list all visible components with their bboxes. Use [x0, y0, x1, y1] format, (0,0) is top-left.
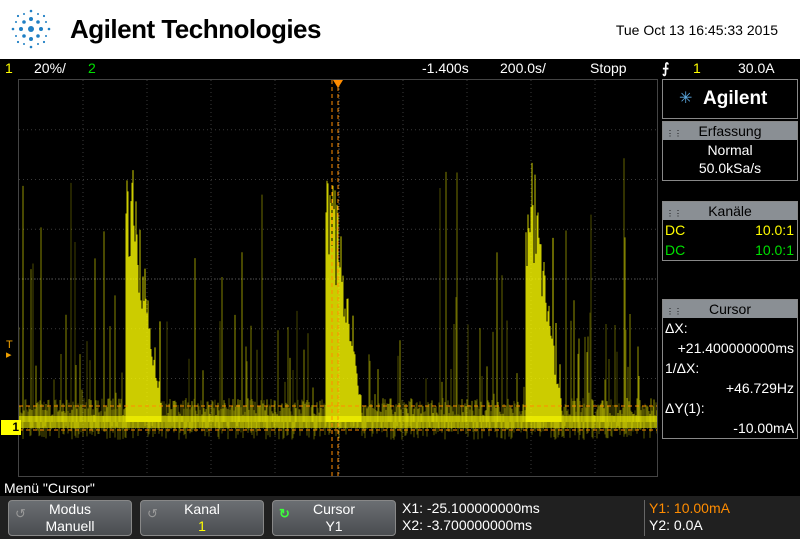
dx-value: +21.400000000ms	[677, 340, 794, 356]
softkey-modus-label: Modus	[48, 501, 92, 517]
waveform-canvas	[19, 80, 657, 476]
ch2-number[interactable]: 2	[88, 59, 96, 78]
agilent-spark-logo-icon	[11, 9, 51, 49]
inv-dx-value: +46.729Hz	[725, 380, 794, 396]
dy-label: ΔY(1):	[665, 400, 705, 416]
datetime: Tue Oct 13 16:45:33 2015	[615, 22, 778, 38]
acquisition-mode: Normal	[707, 142, 753, 158]
ch1-ground-marker[interactable]: 1	[1, 420, 21, 435]
cursor-y-readout: Y1: 10.00mA Y2: 0.0A	[644, 500, 800, 536]
status-bar: 1 20%/ 2 -1.400s 200.0s/ Stopp ⨍ 1 30.0A	[0, 59, 800, 78]
cursor-box: ⋮⋮ Cursor ΔX: +21.400000000ms 1/ΔX: +46.7…	[662, 299, 798, 439]
channel-row-1: DC 10.0:1	[663, 220, 797, 240]
trigger-channel[interactable]: 1	[693, 59, 701, 78]
trigger-position-marker	[333, 80, 343, 88]
drag-handle-icon: ⋮⋮	[666, 307, 682, 316]
spark-icon: ✳	[679, 90, 693, 107]
y2-readout: Y2: 0.0A	[649, 517, 703, 533]
trigger-edge-icon: ⨍	[662, 60, 670, 76]
rotate-icon: ↺	[147, 506, 158, 521]
trigger-level[interactable]: 30.0A	[738, 59, 775, 78]
rotate-icon: ↻	[279, 506, 290, 521]
ch1-scale[interactable]: 20%/	[34, 59, 66, 78]
time-offset[interactable]: -1.400s	[422, 59, 469, 78]
ch1-probe: 10.0:1	[755, 222, 794, 238]
side-logo-text: Agilent	[703, 88, 768, 109]
acquisition-title: Erfassung	[698, 123, 762, 139]
dx-label: ΔX:	[665, 320, 688, 336]
menu-title: Menü "Cursor"	[0, 479, 800, 497]
brand-name: Agilent Technologies	[70, 14, 321, 44]
dy-value: -10.00mA	[733, 420, 794, 436]
title-bar: Agilent Technologies Tue Oct 13 16:45:33…	[0, 0, 800, 59]
time-scale[interactable]: 200.0s/	[500, 59, 546, 78]
trigger-level-marker[interactable]: T ▸	[6, 339, 13, 361]
x2-readout: X2: -3.700000000ms	[402, 517, 532, 533]
drag-handle-icon: ⋮⋮	[666, 129, 682, 138]
softkey-cursor-label: Cursor	[312, 501, 355, 517]
channels-box: ⋮⋮ Kanäle DC 10.0:1 DC 10.0:1	[662, 201, 798, 261]
ch2-probe: 10.0:1	[755, 242, 794, 258]
x1-readout: X1: -25.100000000ms	[402, 500, 540, 516]
agilent-logo-box: ✳ Agilent	[662, 79, 798, 119]
rotate-icon: ↺	[15, 506, 26, 521]
softkey-kanal-label: Kanal	[184, 501, 220, 517]
softkey-cursor-value: Y1	[325, 518, 343, 534]
cursor-x-readout: X1: -25.100000000ms X2: -3.700000000ms	[402, 500, 642, 536]
cursor-title: Cursor	[708, 301, 751, 317]
ch1-coupling: DC	[665, 222, 686, 238]
inv-dx-label: 1/ΔX:	[665, 360, 700, 376]
softkey-cursor[interactable]: ↻ Cursor Y1	[272, 500, 396, 536]
trigger-level-label: T	[6, 339, 13, 351]
softkey-kanal[interactable]: ↺ Kanal 1	[140, 500, 264, 536]
waveform-display[interactable]	[18, 79, 658, 477]
ch1-marker-label: 1	[12, 420, 19, 434]
side-panel: ✳ Agilent ⋮⋮ Erfassung Normal 50.0kSa/s ⋮…	[662, 79, 798, 477]
softkey-modus-value: Manuell	[45, 518, 95, 534]
run-state: Stopp	[590, 60, 627, 76]
sample-rate: 50.0kSa/s	[698, 160, 762, 176]
channels-title: Kanäle	[708, 203, 752, 219]
channel-row-2: DC 10.0:1	[663, 240, 797, 260]
acquisition-box: ⋮⋮ Erfassung Normal 50.0kSa/s	[662, 121, 798, 181]
ch1-number[interactable]: 1	[5, 59, 13, 78]
y1-readout: Y1: 10.00mA	[649, 500, 730, 516]
softkey-kanal-value: 1	[198, 518, 206, 534]
ch2-coupling: DC	[665, 242, 686, 258]
softkey-modus[interactable]: ↺ Modus Manuell	[8, 500, 132, 536]
